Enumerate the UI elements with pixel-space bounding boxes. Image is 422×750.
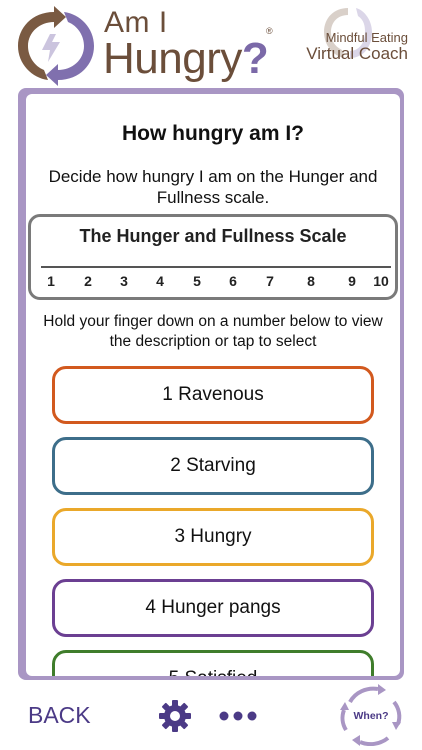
scale-number: 5 — [193, 273, 201, 289]
scale-number: 9 — [348, 273, 356, 289]
scale-number: 4 — [156, 273, 164, 289]
coach-subtitle: Mindful Eating — [325, 30, 408, 45]
circular-arrows-logo-icon — [18, 6, 94, 86]
page-title: How hungry am I? — [121, 122, 304, 145]
registered-mark: ® — [266, 26, 273, 36]
brand-question-mark: ? — [241, 34, 269, 83]
hunger-fullness-scale: The Hunger and Fullness Scale 1 2 3 4 5 … — [28, 214, 398, 300]
hold-instruction: Hold your finger down on a number below … — [43, 313, 383, 350]
scale-number: 1 — [47, 273, 55, 289]
ellipsis-icon[interactable] — [218, 704, 258, 728]
option-hungry-button[interactable]: 3 Hungry — [52, 508, 374, 566]
back-button[interactable]: BACK — [28, 702, 91, 729]
scale-number: 6 — [229, 273, 237, 289]
option-satisfied-button[interactable]: 5 Satisfied — [52, 650, 374, 676]
scale-number: 10 — [373, 273, 389, 289]
scale-number: 8 — [307, 273, 315, 289]
brand-hungry-word: Hungry — [103, 34, 242, 83]
scale-number: 7 — [266, 273, 274, 289]
option-starving-button[interactable]: 2 Starving — [52, 437, 374, 495]
when-label: When? — [354, 710, 389, 722]
scale-number: 3 — [120, 273, 128, 289]
scale-number: 2 — [84, 273, 92, 289]
option-hunger-pangs-button[interactable]: 4 Hunger pangs — [52, 579, 374, 637]
option-ravenous-button[interactable]: 1 Ravenous — [52, 366, 374, 424]
when-button[interactable]: When? — [338, 684, 404, 746]
instruction-text: Decide how hungry I am on the Hunger and… — [48, 167, 378, 207]
gear-icon[interactable] — [158, 699, 192, 733]
brand-hungry: Hungry? — [103, 34, 269, 84]
scale-line — [41, 266, 391, 268]
hunger-card: How hungry am I? Decide how hungry I am … — [26, 94, 400, 676]
scale-title: The Hunger and Fullness Scale — [79, 226, 347, 246]
coach-title: Virtual Coach — [306, 44, 408, 63]
app-header: Am I Hungry? ® Mindful Eating Virtual Co… — [0, 0, 422, 92]
